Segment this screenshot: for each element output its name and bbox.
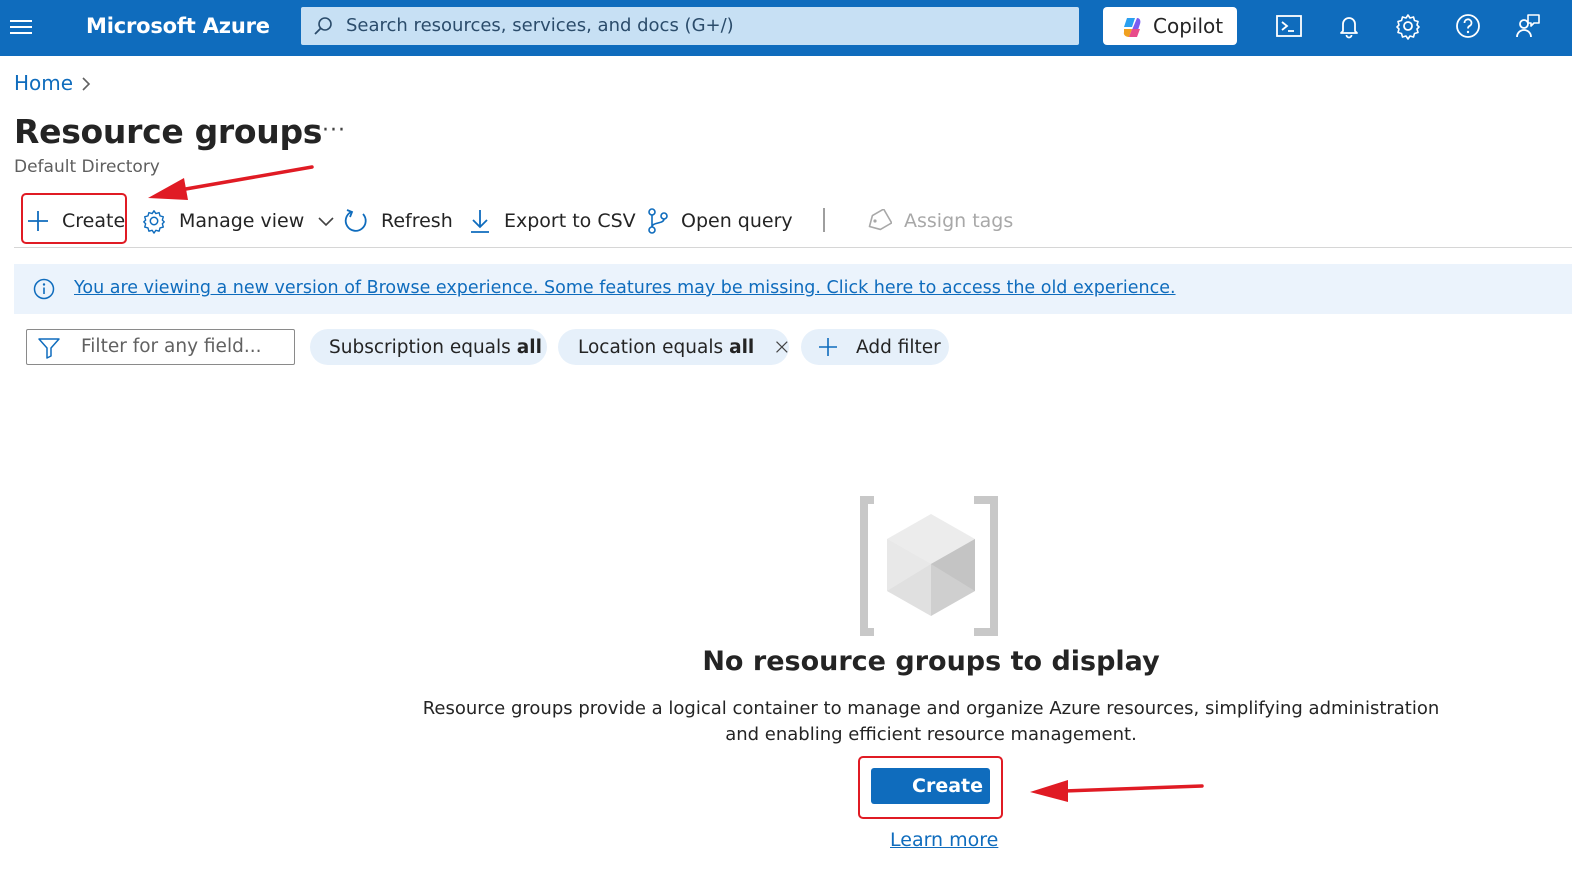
add-filter-button[interactable]: Add filter bbox=[801, 329, 949, 365]
toolbar-separator bbox=[823, 208, 825, 232]
top-navigation-bar: Microsoft Azure Search resources, servic… bbox=[0, 0, 1572, 56]
create-highlight-box bbox=[21, 193, 127, 244]
filter-input[interactable]: Filter for any field... bbox=[26, 329, 295, 365]
learn-more-link[interactable]: Learn more bbox=[890, 829, 998, 851]
global-search-input[interactable]: Search resources, services, and docs (G+… bbox=[301, 7, 1079, 45]
download-icon bbox=[471, 210, 489, 233]
chevron-right-icon bbox=[82, 77, 91, 91]
copilot-label: Copilot bbox=[1153, 14, 1224, 38]
search-placeholder: Search resources, services, and docs (G+… bbox=[346, 15, 734, 36]
add-filter-label: Add filter bbox=[856, 336, 941, 358]
filter-placeholder: Filter for any field... bbox=[81, 336, 262, 357]
help-icon[interactable] bbox=[1454, 12, 1482, 40]
subscription-filter-label: Subscription equals bbox=[329, 336, 511, 358]
empty-state-description: Resource groups provide a logical contai… bbox=[422, 698, 1440, 745]
toolbar-export-csv-button[interactable]: Export to CSV bbox=[468, 205, 636, 237]
old-experience-link[interactable]: You are viewing a new version of Browse … bbox=[74, 278, 1176, 298]
toolbar-refresh-button[interactable]: Refresh bbox=[343, 205, 453, 237]
plus-icon bbox=[819, 338, 837, 356]
query-branch-icon bbox=[648, 208, 668, 234]
subscription-filter-value: all bbox=[516, 336, 542, 358]
close-icon[interactable] bbox=[775, 338, 789, 356]
breadcrumb-home-link[interactable]: Home bbox=[14, 71, 73, 95]
resource-group-cube-icon bbox=[860, 496, 998, 636]
info-banner: You are viewing a new version of Browse … bbox=[14, 264, 1572, 314]
toolbar-refresh-label: Refresh bbox=[381, 210, 453, 232]
info-icon bbox=[33, 278, 55, 300]
page-subtitle: Default Directory bbox=[14, 157, 160, 177]
location-filter-value: all bbox=[729, 336, 755, 358]
chevron-down-icon bbox=[318, 217, 334, 227]
toolbar-manage-view-label: Manage view bbox=[179, 210, 305, 232]
search-icon bbox=[314, 17, 332, 35]
subscription-filter-pill[interactable]: Subscription equals all bbox=[310, 329, 547, 365]
toolbar-divider bbox=[14, 247, 1572, 248]
more-options-button[interactable]: ··· bbox=[322, 118, 346, 143]
copilot-button[interactable]: Copilot bbox=[1103, 7, 1237, 45]
toolbar-assign-tags-button[interactable]: Assign tags bbox=[866, 205, 1013, 237]
feedback-icon[interactable] bbox=[1514, 12, 1542, 40]
cloud-shell-icon[interactable] bbox=[1275, 12, 1303, 40]
toolbar-open-query-label: Open query bbox=[681, 210, 793, 232]
create-button-highlight-box bbox=[858, 756, 1003, 819]
page-title: Resource groups bbox=[14, 112, 323, 151]
location-filter-pill[interactable]: Location equals all bbox=[558, 329, 789, 365]
toolbar-open-query-button[interactable]: Open query bbox=[647, 205, 793, 237]
azure-brand-link[interactable]: Microsoft Azure bbox=[86, 14, 270, 38]
tag-icon bbox=[868, 209, 892, 231]
toolbar-manage-view-button[interactable]: Manage view bbox=[141, 205, 336, 237]
annotation-arrow-icon bbox=[1030, 780, 1204, 802]
gear-icon bbox=[143, 210, 165, 234]
annotation-arrow-icon bbox=[148, 165, 314, 200]
location-filter-label: Location equals bbox=[578, 336, 724, 358]
toolbar-assign-tags-label: Assign tags bbox=[904, 210, 1014, 232]
toolbar-export-csv-label: Export to CSV bbox=[504, 210, 636, 232]
notifications-icon[interactable] bbox=[1335, 12, 1363, 40]
menu-icon[interactable] bbox=[8, 14, 34, 40]
refresh-icon bbox=[344, 209, 367, 232]
empty-state-title: No resource groups to display bbox=[702, 646, 1160, 677]
filter-icon bbox=[38, 338, 60, 359]
copilot-icon bbox=[1123, 18, 1141, 37]
settings-icon[interactable] bbox=[1394, 12, 1422, 40]
